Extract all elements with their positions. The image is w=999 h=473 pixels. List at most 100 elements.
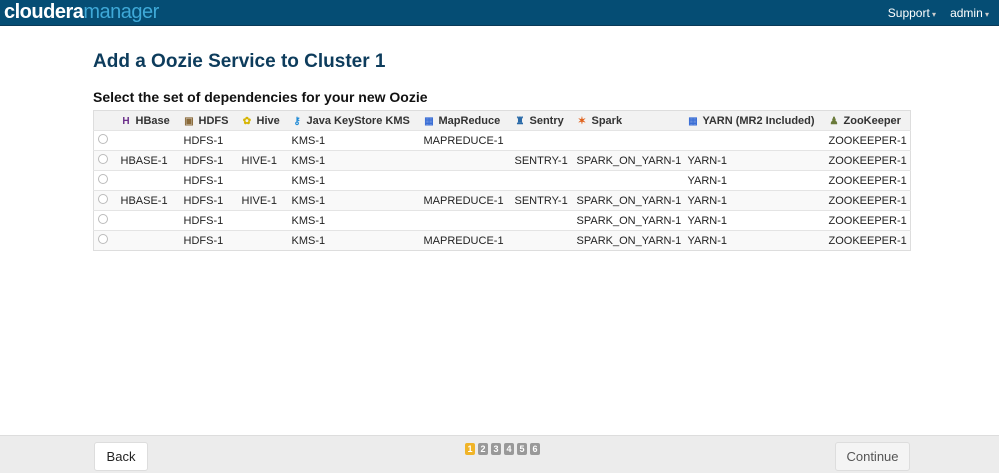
row-radio[interactable]	[98, 234, 108, 244]
column-header-hbase: H HBase	[120, 110, 184, 131]
column-header-sentry: ♜ Sentry	[514, 110, 577, 131]
table-cell: MAPREDUCE-1	[423, 230, 515, 251]
table-cell: HDFS-1	[183, 210, 242, 231]
row-radio[interactable]	[98, 154, 108, 164]
key-icon: ⚷	[293, 115, 301, 127]
table-cell: YARN-1	[687, 210, 829, 231]
table-cell	[423, 170, 515, 191]
table-cell	[241, 170, 292, 191]
table-cell	[241, 210, 292, 231]
table-row[interactable]: HDFS-1 KMS-1 MAPREDUCE-1 ZOOKEEPER-1	[93, 130, 911, 151]
table-cell: MAPREDUCE-1	[423, 190, 515, 211]
table-row[interactable]: HDFS-1 KMS-1 SPARK_ON_YARN-1 YARN-1 ZOOKEEPE…	[93, 210, 911, 231]
step-2: 2	[478, 443, 488, 455]
row-radio[interactable]	[98, 214, 108, 224]
hdfs-icon: ▣	[184, 115, 194, 127]
step-indicator: 123456	[465, 443, 540, 455]
table-cell: KMS-1	[291, 150, 424, 171]
row-radio[interactable]	[98, 134, 108, 144]
table-cell	[514, 210, 577, 231]
back-button[interactable]: Back	[94, 442, 148, 471]
column-header-mapreduce: ▦ MapReduce	[423, 110, 515, 131]
logo[interactable]: clouderamanager	[4, 1, 159, 24]
table-cell: KMS-1	[291, 230, 424, 251]
table-cell: ZOOKEEPER-1	[828, 190, 911, 211]
table-cell: HBASE-1	[120, 150, 184, 171]
table-cell	[423, 150, 515, 171]
table-cell: YARN-1	[687, 170, 829, 191]
sentry-icon: ♜	[515, 115, 525, 127]
table-cell: SPARK_ON_YARN-1	[576, 210, 688, 231]
yarn-icon: ▦	[688, 115, 698, 127]
table-cell: MAPREDUCE-1	[423, 130, 515, 151]
table-cell: ZOOKEEPER-1	[828, 150, 911, 171]
table-cell: HDFS-1	[183, 170, 242, 191]
table-cell	[120, 170, 184, 191]
table-cell	[241, 230, 292, 251]
table-cell: ZOOKEEPER-1	[828, 210, 911, 231]
table-cell: HIVE-1	[241, 150, 292, 171]
column-header-hive: ✿ Hive	[241, 110, 292, 131]
table-cell: HDFS-1	[183, 230, 242, 251]
table-cell	[576, 170, 688, 191]
table-cell: SPARK_ON_YARN-1	[576, 190, 688, 211]
column-header-hdfs: ▣ HDFS	[183, 110, 242, 131]
hbase-icon: H	[122, 115, 130, 127]
table-cell	[241, 130, 292, 151]
table-row[interactable]: HDFS-1 KMS-1 YARN-1 ZOOKEEPER-1	[93, 170, 911, 191]
table-cell	[423, 210, 515, 231]
column-header-spark: ✶ Spark	[576, 110, 688, 131]
dependencies-table: H HBase ▣ HDFS ✿ Hive ⚷ Java KeyStore KMS ▦ MapRe…	[93, 110, 911, 251]
table-cell: HDFS-1	[183, 190, 242, 211]
table-cell: YARN-1	[687, 230, 829, 251]
step-3: 3	[491, 443, 501, 455]
table-cell: YARN-1	[687, 190, 829, 211]
table-row[interactable]: HDFS-1 KMS-1 MAPREDUCE-1 SPARK_ON_YARN-1 YAR…	[93, 230, 911, 251]
row-radio[interactable]	[98, 194, 108, 204]
footer: Back 123456 Continue	[0, 435, 999, 473]
section-subtitle: Select the set of dependencies for your …	[93, 89, 428, 105]
table-cell	[576, 130, 688, 151]
spark-icon: ✶	[577, 115, 587, 127]
table-cell: ZOOKEEPER-1	[828, 130, 911, 151]
step-5: 5	[517, 443, 527, 455]
table-cell: SENTRY-1	[514, 190, 577, 211]
table-cell	[120, 230, 184, 251]
select-column	[93, 110, 121, 131]
mapreduce-icon: ▦	[424, 115, 434, 127]
column-header-yarn-mr2-included-: ▦ YARN (MR2 Included)	[687, 110, 829, 131]
hive-icon: ✿	[242, 115, 252, 127]
table-cell: HDFS-1	[183, 130, 242, 151]
table-cell: HDFS-1	[183, 150, 242, 171]
table-cell: KMS-1	[291, 170, 424, 191]
table-cell: KMS-1	[291, 210, 424, 231]
table-cell: ZOOKEEPER-1	[828, 230, 911, 251]
table-cell: SPARK_ON_YARN-1	[576, 230, 688, 251]
row-radio[interactable]	[98, 174, 108, 184]
page-title: Add a Oozie Service to Cluster 1	[93, 51, 386, 72]
table-cell: YARN-1	[687, 150, 829, 171]
table-row[interactable]: HBASE-1 HDFS-1 HIVE-1 KMS-1 SENTRY-1 SPARK_ON…	[93, 150, 911, 171]
admin-menu[interactable]: admin	[950, 6, 989, 20]
column-header-zookeeper: ♟ ZooKeeper	[828, 110, 911, 131]
table-cell	[120, 210, 184, 231]
table-cell: KMS-1	[291, 190, 424, 211]
support-menu[interactable]: Support	[888, 6, 936, 20]
table-cell: ZOOKEEPER-1	[828, 170, 911, 191]
table-cell: KMS-1	[291, 130, 424, 151]
step-6: 6	[530, 443, 540, 455]
table-cell	[120, 130, 184, 151]
continue-button[interactable]: Continue	[835, 442, 910, 471]
step-4: 4	[504, 443, 514, 455]
table-cell: HIVE-1	[241, 190, 292, 211]
column-header-java-keystore-kms: ⚷ Java KeyStore KMS	[291, 110, 424, 131]
table-row[interactable]: HBASE-1 HDFS-1 HIVE-1 KMS-1 MAPREDUCE-1 SENTR…	[93, 190, 911, 211]
table-cell	[687, 130, 829, 151]
table-cell	[514, 130, 577, 151]
table-cell: HBASE-1	[120, 190, 184, 211]
step-1: 1	[465, 443, 475, 455]
table-cell: SPARK_ON_YARN-1	[576, 150, 688, 171]
zookeeper-icon: ♟	[829, 115, 839, 127]
top-bar: clouderamanager Support admin	[0, 0, 999, 26]
table-cell	[514, 170, 577, 191]
